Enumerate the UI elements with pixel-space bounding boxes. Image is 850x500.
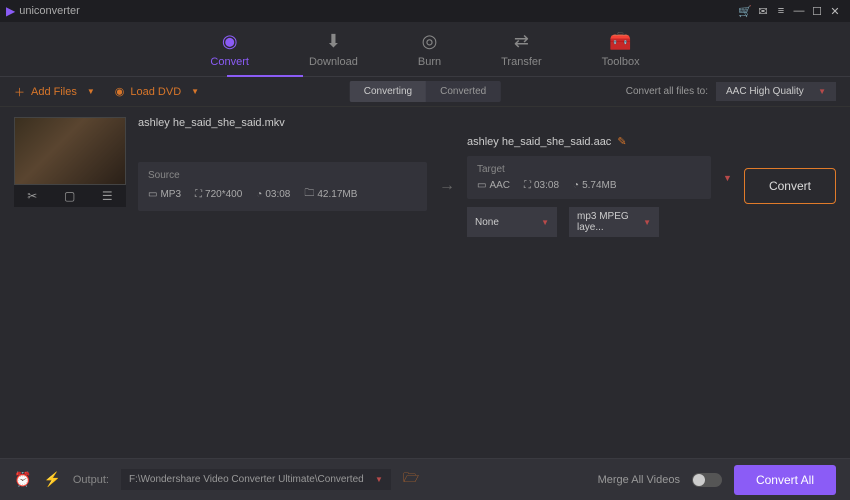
tab-toolbox[interactable]: 🧰 Toolbox xyxy=(602,31,640,68)
merge-label: Merge All Videos xyxy=(598,474,680,486)
toolbar: ＋ Add Files ▼ ◉ Load DVD ▼ Converting Co… xyxy=(0,77,850,107)
tab-label: Download xyxy=(309,56,358,68)
app-title: uniconverter xyxy=(19,5,80,17)
tab-underline xyxy=(227,75,303,77)
item-info: ashley he_said_she_said.mkv Source ▭ MP3… xyxy=(138,117,836,237)
tab-burn[interactable]: ◎ Burn xyxy=(418,31,441,68)
video-thumbnail[interactable] xyxy=(14,117,126,185)
app-logo-icon: ▶ xyxy=(6,4,15,18)
segment-converted[interactable]: Converted xyxy=(426,81,500,102)
file-list: ✂ ▢ ☰ ashley he_said_she_said.mkv Source… xyxy=(0,107,850,247)
status-segment: Converting Converted xyxy=(350,81,501,102)
merge-toggle[interactable] xyxy=(692,473,722,487)
target-panel[interactable]: Target ▭ AAC ⛶ 03:08 ◔ 5.74MB xyxy=(467,156,711,199)
convert-icon: ◉ xyxy=(222,31,238,52)
open-folder-icon[interactable]: 🗁 xyxy=(403,469,419,491)
target-filename: ashley he_said_she_said.aac xyxy=(467,136,611,148)
convert-all-button[interactable]: Convert All xyxy=(734,465,836,495)
add-files-label: Add Files xyxy=(31,86,77,98)
segment-converting[interactable]: Converting xyxy=(350,81,426,102)
arrow-icon: → xyxy=(435,177,459,195)
alarm-icon[interactable]: ⏰ xyxy=(14,471,31,488)
tab-label: Convert xyxy=(210,56,249,68)
load-dvd-button[interactable]: ◉ Load DVD ▼ xyxy=(115,85,199,98)
target-duration: ⛶ 03:08 xyxy=(524,180,559,191)
edit-icon[interactable]: ✎ xyxy=(617,135,626,148)
chevron-down-icon: ▼ xyxy=(191,87,199,96)
disc-icon: ◉ xyxy=(115,85,125,98)
thumbnail-column: ✂ ▢ ☰ xyxy=(14,117,126,207)
cart-icon[interactable]: 🛒 xyxy=(736,5,754,18)
maximize-icon[interactable]: ☐ xyxy=(808,5,826,18)
download-icon: ⬇ xyxy=(326,31,341,52)
transfer-icon: ⇄ xyxy=(514,31,529,52)
chevron-down-icon: ▼ xyxy=(643,218,651,227)
format-select[interactable]: AAC High Quality ▼ xyxy=(716,82,836,101)
convert-all-to-label: Convert all files to: xyxy=(626,86,708,97)
cut-icon[interactable]: ✂ xyxy=(27,189,37,203)
chevron-down-icon: ▼ xyxy=(541,218,549,227)
tab-label: Burn xyxy=(418,56,441,68)
settings-icon[interactable]: ☰ xyxy=(102,189,113,203)
chevron-down-icon[interactable]: ▼ xyxy=(719,173,736,183)
tab-download[interactable]: ⬇ Download xyxy=(309,31,358,68)
minimize-icon[interactable]: — xyxy=(790,5,808,17)
file-item: ✂ ▢ ☰ ashley he_said_she_said.mkv Source… xyxy=(14,117,836,237)
target-title: Target xyxy=(477,164,701,175)
subtitle-select[interactable]: None ▼ xyxy=(467,207,557,237)
add-files-button[interactable]: ＋ Add Files ▼ xyxy=(14,84,95,100)
chevron-down-icon: ▼ xyxy=(818,87,826,96)
footer: ⏰ ⚡ Output: F:\Wondershare Video Convert… xyxy=(0,458,850,500)
source-size: 🗀 42.17MB xyxy=(304,186,357,203)
output-path-text: F:\Wondershare Video Converter Ultimate\… xyxy=(129,474,364,485)
thumbnail-tools: ✂ ▢ ☰ xyxy=(14,185,126,207)
tab-convert[interactable]: ◉ Convert xyxy=(210,31,249,68)
crop-icon[interactable]: ▢ xyxy=(64,189,75,203)
audio-select-label: mp3 MPEG laye... xyxy=(577,211,643,233)
source-title: Source xyxy=(148,170,417,181)
source-filename: ashley he_said_she_said.mkv xyxy=(138,117,836,129)
source-codec: ▭ MP3 xyxy=(148,189,181,200)
gpu-icon[interactable]: ⚡ xyxy=(43,471,60,488)
tab-transfer[interactable]: ⇄ Transfer xyxy=(501,31,542,68)
menu-icon[interactable]: ≡ xyxy=(772,5,790,17)
target-size: ◔ 5.74MB xyxy=(573,180,617,191)
output-label: Output: xyxy=(73,474,109,486)
close-icon[interactable]: ✕ xyxy=(826,5,844,18)
titlebar: ▶ uniconverter 🛒 ✉ ≡ — ☐ ✕ xyxy=(0,0,850,22)
main-tabs: ◉ Convert ⬇ Download ◎ Burn ⇄ Transfer 🧰… xyxy=(0,22,850,77)
source-resolution: ⛶ 720*400 xyxy=(195,189,242,200)
audio-select[interactable]: mp3 MPEG laye... ▼ xyxy=(569,207,659,237)
format-selected-label: AAC High Quality xyxy=(726,86,804,97)
tab-label: Toolbox xyxy=(602,56,640,68)
convert-button[interactable]: Convert xyxy=(744,168,836,204)
chevron-down-icon: ▼ xyxy=(87,87,95,96)
tab-label: Transfer xyxy=(501,56,542,68)
chevron-down-icon: ▼ xyxy=(375,475,383,484)
toolbox-icon: 🧰 xyxy=(609,31,631,52)
load-dvd-label: Load DVD xyxy=(130,86,181,98)
burn-icon: ◎ xyxy=(422,31,438,52)
source-panel: Source ▭ MP3 ⛶ 720*400 ◔ 03:08 🗀 42.17MB xyxy=(138,162,427,211)
target-codec: ▭ AAC xyxy=(477,180,510,191)
output-path-select[interactable]: F:\Wondershare Video Converter Ultimate\… xyxy=(121,469,391,490)
plus-icon: ＋ xyxy=(14,84,25,100)
source-duration: ◔ 03:08 xyxy=(256,189,290,200)
message-icon[interactable]: ✉ xyxy=(754,5,772,18)
subtitle-select-label: None xyxy=(475,217,499,228)
